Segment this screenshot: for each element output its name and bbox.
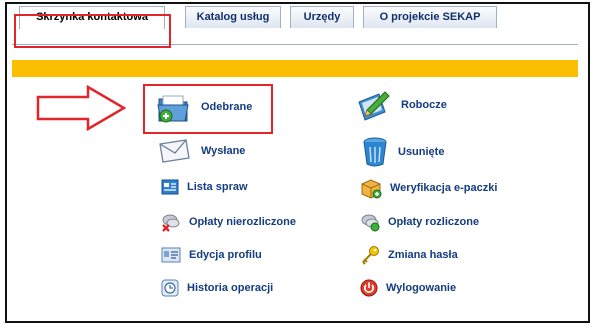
menu-item-wyslane[interactable]: Wysłane (157, 138, 245, 164)
menu-item-oplaty-rozliczone[interactable]: Opłaty rozliczone (360, 212, 479, 232)
menu-item-oplaty-nierozliczone[interactable]: Opłaty nierozliczone (161, 212, 296, 232)
menu-item-robocze[interactable]: Robocze (355, 88, 447, 122)
menu-item-usuniete[interactable]: Usunięte (362, 137, 444, 167)
menu-item-zmiana-hasla[interactable]: Zmiana hasła (360, 245, 458, 265)
menu-item-lista-spraw[interactable]: Lista spraw (161, 178, 248, 196)
menu-item-label: Usunięte (398, 146, 445, 158)
inbox-icon (157, 95, 189, 123)
tab-o-projekcie-sekap[interactable]: O projekcie SEKAP (363, 6, 497, 28)
menu-item-label: Opłaty rozliczone (388, 216, 480, 228)
page-frame (5, 2, 590, 323)
tab-katalog-uslug[interactable]: Katalog usług (185, 6, 281, 28)
menu-item-edycja-profilu[interactable]: Edycja profilu (161, 247, 262, 263)
menu-item-label: Odebrane (201, 101, 253, 113)
unsettled-payments-icon (162, 214, 180, 232)
menu-item-label: Wysłane (201, 145, 246, 157)
menu-item-label: Historia operacji (187, 282, 274, 294)
menu-item-wylogowanie[interactable]: Wylogowanie (360, 279, 456, 297)
menu-item-label: Opłaty nierozliczone (189, 216, 296, 228)
active-tab-highlight (14, 14, 171, 48)
menu-item-label: Wylogowanie (386, 282, 457, 294)
trash-icon (363, 137, 387, 167)
list-icon (161, 179, 179, 195)
menu-item-odebrane[interactable]: Odebrane (155, 89, 252, 125)
menu-item-label: Weryfikacja e-paczki (390, 182, 498, 194)
history-icon (161, 279, 179, 297)
settled-payments-icon (361, 214, 380, 232)
drafts-icon (358, 91, 390, 121)
accent-bar (12, 60, 578, 77)
envelope-icon (159, 139, 190, 163)
menu-item-label: Lista spraw (187, 181, 248, 193)
menu-item-label: Robocze (401, 99, 447, 111)
menu-item-label: Zmiana hasła (388, 249, 458, 261)
package-verify-icon (361, 179, 382, 199)
key-icon (362, 246, 379, 265)
profile-icon (161, 247, 181, 263)
logout-icon (360, 279, 378, 297)
menu-item-label: Edycja profilu (189, 249, 262, 261)
menu-item-weryfikacja-e-paczki[interactable]: Weryfikacja e-paczki (360, 177, 497, 199)
menu-item-historia-operacji[interactable]: Historia operacji (161, 279, 273, 297)
pointer-arrow-icon (36, 85, 126, 131)
tab-urzedy[interactable]: Urzędy (290, 6, 354, 28)
